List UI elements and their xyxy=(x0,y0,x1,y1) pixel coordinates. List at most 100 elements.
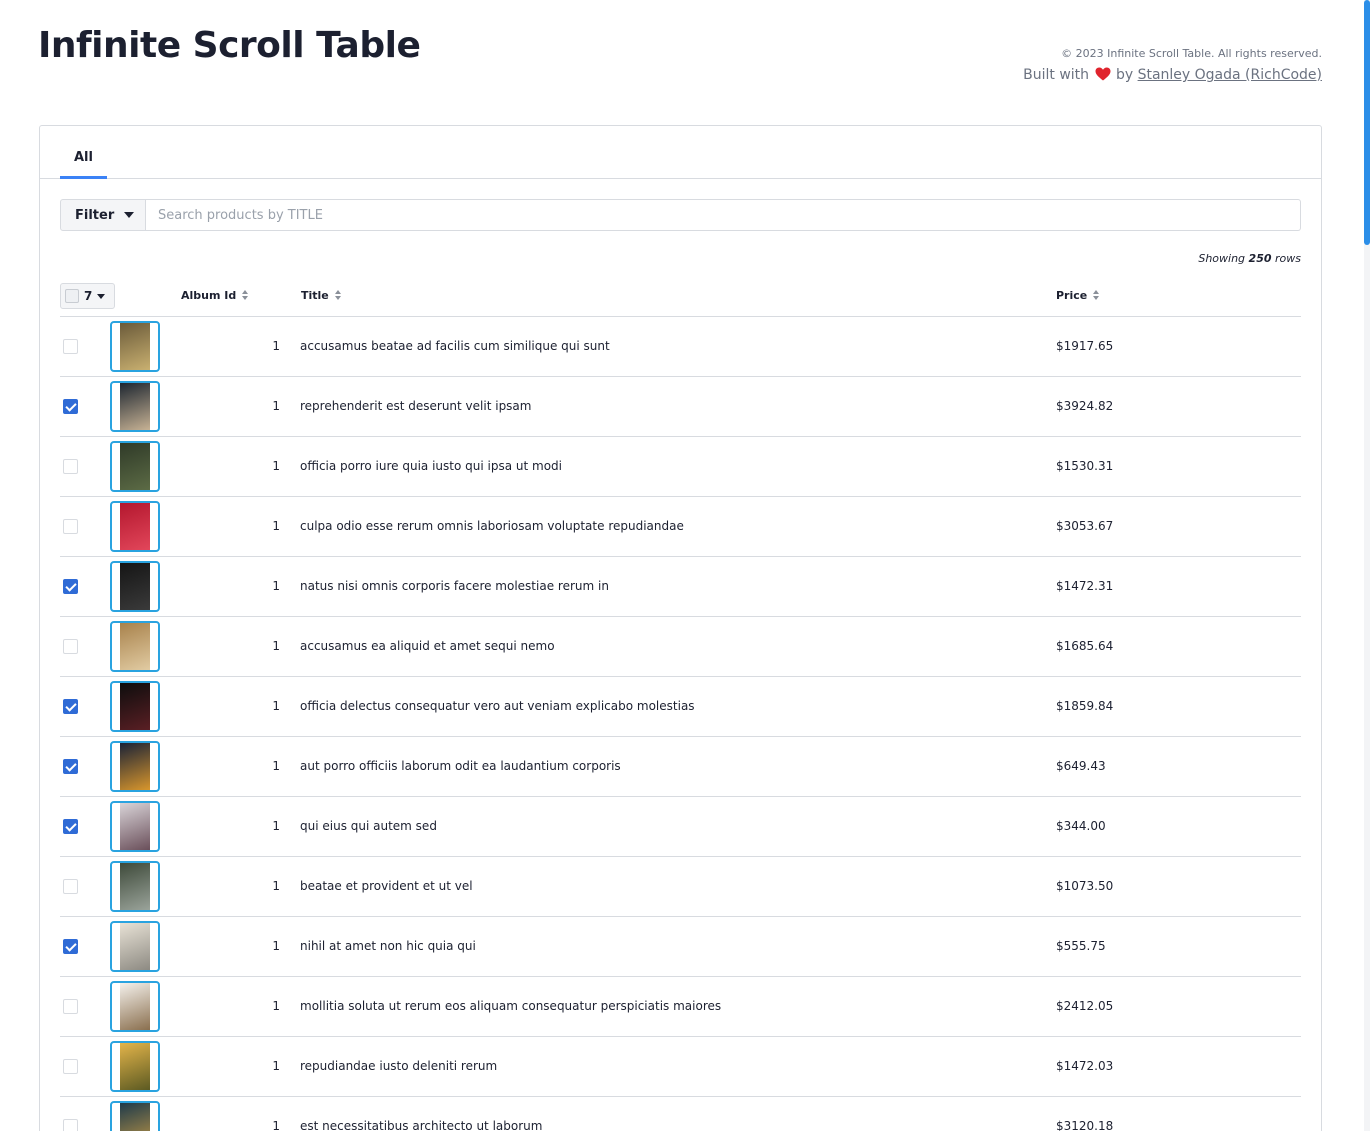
product-thumbnail[interactable] xyxy=(110,381,160,432)
row-checkbox[interactable] xyxy=(63,819,78,834)
title-cell: officia porro iure quia iusto qui ipsa u… xyxy=(300,459,562,473)
row-checkbox[interactable] xyxy=(63,999,78,1014)
column-header-title[interactable]: Title xyxy=(301,281,341,316)
tab-all[interactable]: All xyxy=(60,126,107,179)
row-checkbox[interactable] xyxy=(63,759,78,774)
title-cell: natus nisi omnis corporis facere molesti… xyxy=(300,579,609,593)
thumbnail-image xyxy=(120,383,150,430)
price-cell: $1530.31 xyxy=(1056,459,1114,473)
product-thumbnail[interactable] xyxy=(110,561,160,612)
album-id-cell: 1 xyxy=(272,519,280,533)
row-checkbox[interactable] xyxy=(63,879,78,894)
scrollbar-thumb[interactable] xyxy=(1364,0,1370,245)
price-cell: $1073.50 xyxy=(1056,879,1114,893)
table-row[interactable]: 1 beatae et provident et ut vel $1073.50 xyxy=(60,857,1301,917)
album-id-cell: 1 xyxy=(272,699,280,713)
title-cell: mollitia soluta ut rerum eos aliquam con… xyxy=(300,999,722,1013)
table-row[interactable]: 1 qui eius qui autem sed $344.00 xyxy=(60,797,1301,857)
product-thumbnail[interactable] xyxy=(110,861,160,912)
table-row[interactable]: 1 officia porro iure quia iusto qui ipsa … xyxy=(60,437,1301,497)
price-cell: $2412.05 xyxy=(1056,999,1114,1013)
column-header-album-id[interactable]: Album Id xyxy=(181,281,249,316)
product-thumbnail[interactable] xyxy=(110,921,160,972)
row-checkbox[interactable] xyxy=(63,459,78,474)
thumbnail-image xyxy=(120,743,150,790)
table-row[interactable]: 1 natus nisi omnis corporis facere molest… xyxy=(60,557,1301,617)
bulk-select-dropdown[interactable]: 7 xyxy=(60,283,115,309)
row-checkbox[interactable] xyxy=(63,519,78,534)
product-thumbnail[interactable] xyxy=(110,441,160,492)
table-row[interactable]: 1 culpa odio esse rerum omnis laboriosam … xyxy=(60,497,1301,557)
caret-down-icon xyxy=(124,212,135,218)
row-checkbox[interactable] xyxy=(63,339,78,354)
search-input[interactable] xyxy=(146,199,1301,231)
filter-row: Filter xyxy=(60,199,1301,231)
album-id-cell: 1 xyxy=(272,339,280,353)
sort-icon xyxy=(334,290,341,300)
row-checkbox[interactable] xyxy=(63,1059,78,1074)
page-scrollbar[interactable] xyxy=(1364,0,1370,1131)
table-row[interactable]: 1 est necessitatibus architecto ut laboru… xyxy=(60,1097,1301,1131)
title-cell: beatae et provident et ut vel xyxy=(300,879,473,893)
album-id-cell: 1 xyxy=(272,1119,280,1131)
row-checkbox[interactable] xyxy=(63,699,78,714)
thumbnail-image xyxy=(120,983,150,1030)
album-id-cell: 1 xyxy=(272,879,280,893)
row-checkbox[interactable] xyxy=(63,939,78,954)
title-cell: accusamus ea aliquid et amet sequi nemo xyxy=(300,639,555,653)
table-row[interactable]: 1 repudiandae iusto deleniti rerum $1472.0… xyxy=(60,1037,1301,1097)
table-card: All Filter Showing 250 rows 7 Album Id T… xyxy=(39,125,1322,1131)
price-cell: $3053.67 xyxy=(1056,519,1114,533)
title-cell: officia delectus consequatur vero aut ve… xyxy=(300,699,695,713)
sort-icon xyxy=(1093,290,1100,300)
table-row[interactable]: 1 nihil at amet non hic quia qui $555.75 xyxy=(60,917,1301,977)
title-cell: nihil at amet non hic quia qui xyxy=(300,939,476,953)
album-id-cell: 1 xyxy=(272,639,280,653)
table-row[interactable]: 1 accusamus ea aliquid et amet sequi nemo… xyxy=(60,617,1301,677)
price-cell: $1685.64 xyxy=(1056,639,1114,653)
title-cell: est necessitatibus architecto ut laborum xyxy=(300,1119,543,1131)
table-row[interactable]: 1 reprehenderit est deserunt velit ipsam $… xyxy=(60,377,1301,437)
thumbnail-image xyxy=(120,443,150,490)
table-body: 1 accusamus beatae ad facilis cum similiq… xyxy=(60,317,1301,1131)
table-row[interactable]: 1 aut porro officiis laborum odit ea laud… xyxy=(60,737,1301,797)
built-with-line: Built with by Stanley Ogada (RichCode) xyxy=(1023,64,1322,86)
built-with-label: Built with xyxy=(1023,67,1090,83)
row-checkbox[interactable] xyxy=(63,399,78,414)
album-id-cell: 1 xyxy=(272,459,280,473)
product-thumbnail[interactable] xyxy=(110,681,160,732)
price-cell: $1472.03 xyxy=(1056,1059,1114,1073)
product-thumbnail[interactable] xyxy=(110,621,160,672)
table-row[interactable]: 1 accusamus beatae ad facilis cum similiq… xyxy=(60,317,1301,377)
album-id-cell: 1 xyxy=(272,759,280,773)
product-thumbnail[interactable] xyxy=(110,981,160,1032)
row-checkbox[interactable] xyxy=(63,1119,78,1131)
filter-button[interactable]: Filter xyxy=(60,199,146,231)
product-thumbnail[interactable] xyxy=(110,1041,160,1092)
built-by-label: by xyxy=(1115,67,1134,83)
product-thumbnail[interactable] xyxy=(110,321,160,372)
price-cell: $1472.31 xyxy=(1056,579,1114,593)
column-header-price[interactable]: Price xyxy=(1056,281,1100,316)
thumbnail-image xyxy=(120,323,150,370)
author-link[interactable]: Stanley Ogada (RichCode) xyxy=(1138,67,1322,83)
thumbnail-image xyxy=(120,623,150,670)
summary-suffix: rows xyxy=(1275,252,1301,265)
tab-bar: All xyxy=(40,126,1321,179)
table-row[interactable]: 1 mollitia soluta ut rerum eos aliquam co… xyxy=(60,977,1301,1037)
product-thumbnail[interactable] xyxy=(110,1101,160,1131)
products-table: 7 Album Id Title Price 1 accusamus beatae… xyxy=(60,281,1301,1131)
row-checkbox[interactable] xyxy=(63,639,78,654)
select-all-checkbox[interactable] xyxy=(65,289,79,303)
column-label: Album Id xyxy=(181,289,237,302)
product-thumbnail[interactable] xyxy=(110,801,160,852)
thumbnail-image xyxy=(120,923,150,970)
product-thumbnail[interactable] xyxy=(110,741,160,792)
title-cell: aut porro officiis laborum odit ea lauda… xyxy=(300,759,621,773)
title-cell: reprehenderit est deserunt velit ipsam xyxy=(300,399,532,413)
row-checkbox[interactable] xyxy=(63,579,78,594)
product-thumbnail[interactable] xyxy=(110,501,160,552)
thumbnail-image xyxy=(120,683,150,730)
table-row[interactable]: 1 officia delectus consequatur vero aut v… xyxy=(60,677,1301,737)
column-label: Title xyxy=(301,289,329,302)
